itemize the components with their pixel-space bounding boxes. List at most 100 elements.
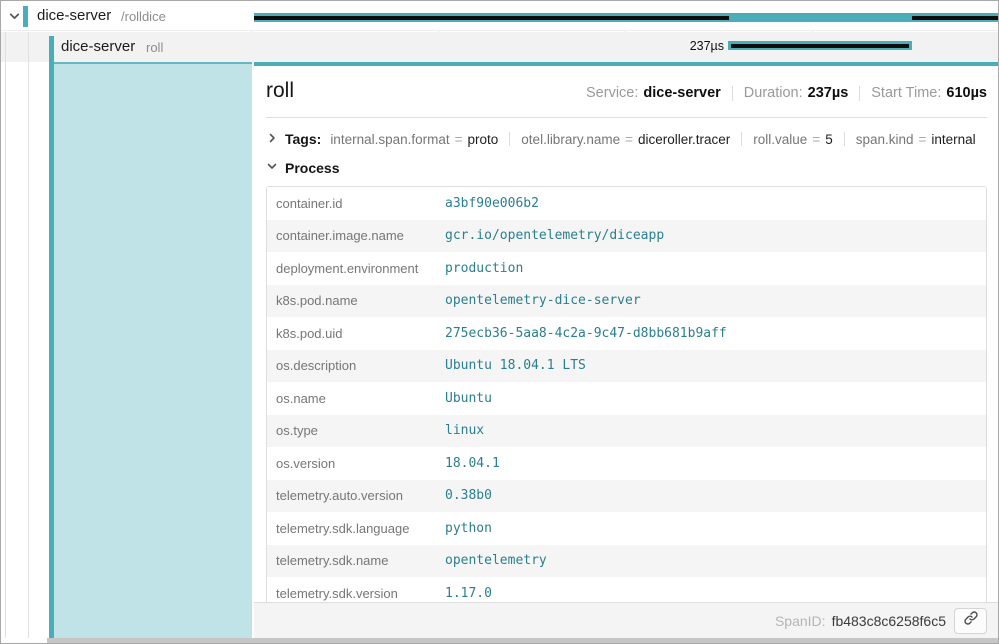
kv-value: 18.04.1 <box>445 456 500 471</box>
chevron-down-icon[interactable] <box>8 10 21 28</box>
link-icon <box>963 610 979 631</box>
kv-key: telemetry.auto.version <box>267 488 445 503</box>
tag-equals: = <box>625 132 633 147</box>
spanid-label: SpanID: <box>775 613 826 629</box>
tag-value: internal <box>931 132 975 147</box>
process-label: Process <box>285 160 339 176</box>
span-bar-self-segment <box>731 44 909 48</box>
duration-label: Duration: <box>744 85 803 101</box>
tag-item: span.kind = internal <box>856 132 976 147</box>
span-bar-roll[interactable] <box>728 41 912 50</box>
kv-value: 1.17.0 <box>445 586 492 601</box>
jaeger-trace-detail-view: dice-server /rolldice dice-server roll 2… <box>0 0 999 644</box>
kv-value: Ubuntu <box>445 391 492 406</box>
table-row: k8s.pod.uid275ecb36-5aa8-4c2a-9c47-d8bb6… <box>267 317 986 350</box>
tag-equals: = <box>455 132 463 147</box>
kv-value: production <box>445 261 523 276</box>
tag-key: otel.library.name <box>521 132 620 147</box>
kv-key: telemetry.sdk.language <box>267 521 445 536</box>
kv-key: k8s.pod.uid <box>267 326 445 341</box>
kv-key: telemetry.sdk.name <box>267 553 445 568</box>
table-row: os.version18.04.1 <box>267 447 986 480</box>
tag-equals: = <box>812 132 820 147</box>
detail-row-color-block <box>54 62 252 638</box>
kv-key: os.description <box>267 358 445 373</box>
table-row: telemetry.sdk.nameopentelemetry <box>267 545 986 578</box>
span-title: roll <box>266 79 294 103</box>
process-kv-table: container.ida3bf90e006b2 container.image… <box>266 186 987 611</box>
process-accordion-header[interactable]: Process <box>266 154 987 181</box>
tag-item: internal.span.format = proto <box>330 132 498 147</box>
kv-key: telemetry.sdk.version <box>267 586 445 601</box>
tag-key: internal.span.format <box>330 132 449 147</box>
table-row: container.ida3bf90e006b2 <box>267 187 986 220</box>
tag-key: span.kind <box>856 132 914 147</box>
service-value: dice-server <box>643 85 720 101</box>
kv-value: a3bf90e006b2 <box>445 196 539 211</box>
span-bar-rolldice[interactable] <box>254 13 999 22</box>
kv-value: python <box>445 521 492 536</box>
table-row: deployment.environmentproduction <box>267 252 986 285</box>
span-summary: Service: dice-server Duration: 237µs Sta… <box>586 85 987 101</box>
span-bar-self-segment <box>912 16 999 20</box>
separator <box>741 132 742 146</box>
copy-link-button[interactable] <box>954 608 987 634</box>
kv-value: 0.38b0 <box>445 488 492 503</box>
start-time-value: 610µs <box>946 85 987 101</box>
operation-name: roll <box>146 40 163 55</box>
span-detail-footer: SpanID: fb483c8c6258f6c5 <box>254 602 999 638</box>
service-color-bar <box>23 6 28 27</box>
tag-equals: = <box>919 132 927 147</box>
tag-value: 5 <box>825 132 833 147</box>
kv-key: deployment.environment <box>267 261 445 276</box>
table-row: telemetry.sdk.languagepython <box>267 512 986 545</box>
tag-value: diceroller.tracer <box>638 132 730 147</box>
tag-item: otel.library.name = diceroller.tracer <box>521 132 730 147</box>
tree-guide-line <box>28 32 29 638</box>
service-name: dice-server <box>37 7 111 24</box>
kv-value: 275ecb36-5aa8-4c2a-9c47-d8bb681b9aff <box>445 326 727 341</box>
span-row-rolldice[interactable]: dice-server /rolldice <box>1 1 998 31</box>
separator <box>859 86 860 101</box>
separator <box>509 132 510 146</box>
kv-value: gcr.io/opentelemetry/diceapp <box>445 228 664 243</box>
table-row: k8s.pod.nameopentelemetry-dice-server <box>267 285 986 318</box>
span-bar-self-segment <box>254 16 729 20</box>
bottom-scroll-strip <box>47 638 998 643</box>
kv-key: k8s.pod.name <box>267 293 445 308</box>
span-detail-panel: roll Service: dice-server Duration: 237µ… <box>254 62 999 638</box>
kv-key: os.name <box>267 391 445 406</box>
chevron-down-icon <box>266 159 278 177</box>
table-row: os.nameUbuntu <box>267 382 986 415</box>
operation-name: /rolldice <box>121 9 166 24</box>
spanid-value: fb483c8c6258f6c5 <box>832 613 946 629</box>
tags-label: Tags: <box>285 131 321 147</box>
tree-guide-line <box>5 32 6 638</box>
kv-value: Ubuntu 18.04.1 LTS <box>445 358 586 373</box>
kv-value: opentelemetry <box>445 553 547 568</box>
service-name: dice-server <box>61 38 135 55</box>
service-label: Service: <box>586 85 638 101</box>
span-duration-label: 237µs <box>571 39 724 53</box>
tag-key: roll.value <box>753 132 807 147</box>
kv-value: linux <box>445 423 484 438</box>
table-row: telemetry.auto.version0.38b0 <box>267 480 986 513</box>
kv-key: container.image.name <box>267 228 445 243</box>
kv-value: opentelemetry-dice-server <box>445 293 641 308</box>
table-row: container.image.namegcr.io/opentelemetry… <box>267 220 986 253</box>
table-row: os.typelinux <box>267 415 986 448</box>
kv-key: os.type <box>267 423 445 438</box>
kv-key: container.id <box>267 196 445 211</box>
separator <box>844 132 845 146</box>
header-divider <box>266 117 987 118</box>
tags-accordion-header[interactable]: Tags: internal.span.format = proto otel.li… <box>266 125 987 153</box>
duration-value: 237µs <box>808 85 849 101</box>
separator <box>732 86 733 101</box>
table-row: os.descriptionUbuntu 18.04.1 LTS <box>267 350 986 383</box>
start-time-label: Start Time: <box>871 85 941 101</box>
span-row-roll[interactable]: dice-server roll 237µs <box>1 32 998 62</box>
tag-value: proto <box>468 132 499 147</box>
chevron-right-icon <box>266 132 278 147</box>
service-color-bar <box>49 36 54 62</box>
tag-item: roll.value = 5 <box>753 132 832 147</box>
